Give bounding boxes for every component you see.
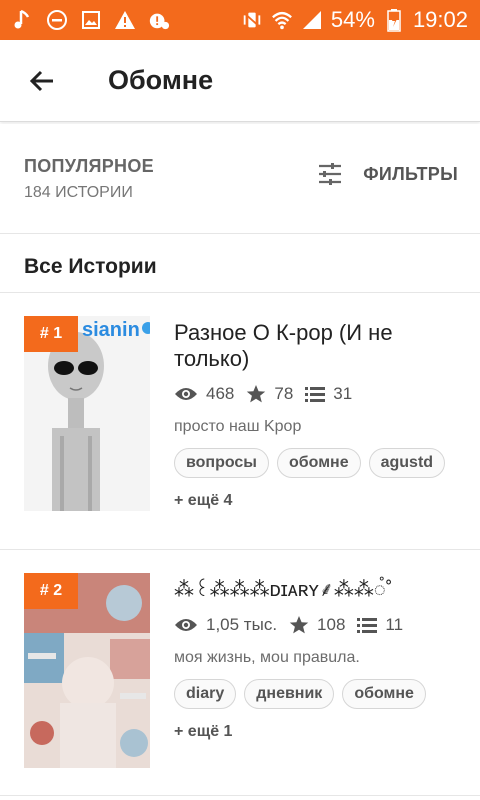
tag-chip[interactable]: diary xyxy=(174,679,237,709)
votes-count: 108 xyxy=(317,615,346,634)
eye-icon xyxy=(175,619,197,631)
list-icon xyxy=(357,618,378,633)
battery-icon xyxy=(383,9,405,32)
story-title[interactable]: ⁂꒰⁂⁂⁂ᴅɪᴀʀʏ⸙⁂⁂◌̊˚ xyxy=(174,577,464,603)
more-tags[interactable]: + ещё 4 xyxy=(174,492,464,510)
eye-icon xyxy=(175,388,197,400)
battery-percent: 54% xyxy=(330,7,375,32)
story-card[interactable]: # 2 ⁂꒰⁂⁂⁂ᴅɪᴀʀʏ⸙⁂⁂◌̊˚ 1,05 тыс. 108 11 мо… xyxy=(0,551,480,796)
parts-stat: 31 xyxy=(305,384,352,404)
votes-stat: 108 xyxy=(289,615,345,635)
signal-icon xyxy=(301,9,323,31)
music-note-icon xyxy=(12,9,34,31)
tag-chip[interactable]: обомне xyxy=(342,679,426,709)
alert-cloud-icon xyxy=(148,9,170,31)
votes-stat: 78 xyxy=(246,384,293,404)
page-title: Обомне xyxy=(108,65,214,95)
story-stats: 468 78 31 xyxy=(174,384,464,404)
all-stories-header: Все Истории xyxy=(0,235,480,293)
tag-chip[interactable]: обомне xyxy=(276,448,361,478)
story-title[interactable]: Разное О К-рор (И не только) xyxy=(174,320,464,372)
story-stats: 1,05 тыс. 108 11 xyxy=(174,615,464,635)
do-not-disturb-icon xyxy=(46,9,68,31)
reads-stat: 468 xyxy=(174,384,234,404)
votes-count: 78 xyxy=(274,384,294,403)
filter-label: ФИЛЬТРЫ xyxy=(363,163,458,184)
reads-stat: 1,05 тыс. xyxy=(174,615,277,635)
warning-icon xyxy=(114,9,136,31)
reads-count: 1,05 тыс. xyxy=(206,615,278,634)
rank-badge: # 1 xyxy=(24,316,78,352)
clock: 19:02 xyxy=(412,7,468,32)
tag-chip[interactable]: вопросы xyxy=(174,448,269,478)
tag-chip[interactable]: дневник xyxy=(244,679,335,709)
section-header: ПОПУЛЯРНОЕ 184 ИСТОРИИ ФИЛЬТРЫ xyxy=(0,124,480,234)
status-bar: 54% 19:02 xyxy=(0,0,480,40)
tag-list: diary дневник обомне xyxy=(174,679,464,709)
story-card[interactable]: sianin # 1 Разное О К-рор (И не только) … xyxy=(0,294,480,550)
back-arrow-icon xyxy=(29,70,53,91)
tag-list: вопросы обомне agustd xyxy=(174,448,464,478)
story-description: просто наш Kpop xyxy=(174,418,302,435)
filter-button[interactable]: ФИЛЬТРЫ xyxy=(317,162,458,186)
list-icon xyxy=(305,387,326,402)
tag-chip[interactable]: agustd xyxy=(368,448,446,478)
story-count: 184 ИСТОРИИ xyxy=(24,184,133,201)
sort-label[interactable]: ПОПУЛЯРНОЕ xyxy=(24,156,154,177)
vibrate-icon xyxy=(241,9,263,31)
back-button[interactable] xyxy=(22,61,62,101)
rank-badge: # 2 xyxy=(24,573,78,609)
star-icon xyxy=(289,616,309,634)
filter-icon xyxy=(319,163,342,185)
more-tags[interactable]: + ещё 1 xyxy=(174,723,464,741)
reads-count: 468 xyxy=(206,384,235,403)
parts-count: 31 xyxy=(333,384,353,403)
story-cover[interactable]: # 2 xyxy=(24,573,150,768)
wifi-icon xyxy=(271,9,293,31)
app-bar: Обомне xyxy=(0,40,480,122)
star-icon xyxy=(247,385,266,403)
parts-count: 11 xyxy=(385,615,404,634)
parts-stat: 11 xyxy=(357,615,403,635)
story-cover[interactable]: sianin # 1 xyxy=(24,316,150,511)
cover-text: sianin xyxy=(82,319,140,341)
story-description: моя жизнь, моu правuла. xyxy=(174,649,360,666)
all-stories-title: Все Истории xyxy=(24,255,157,278)
image-icon xyxy=(80,9,102,31)
